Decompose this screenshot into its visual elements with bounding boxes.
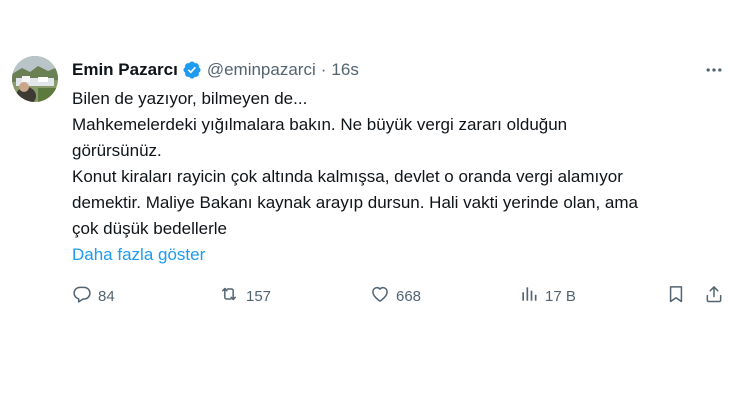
timestamp[interactable]: 16s bbox=[331, 60, 358, 80]
author-handle[interactable]: @eminpazarci bbox=[207, 60, 316, 80]
retweet-button[interactable]: 157 bbox=[218, 284, 271, 308]
author-name[interactable]: Emin Pazarcı bbox=[72, 60, 178, 80]
separator-dot: · bbox=[320, 60, 327, 79]
tweet-text-line: Bilen de yazıyor, bilmeyen de... bbox=[72, 89, 308, 108]
reply-count: 84 bbox=[98, 287, 115, 305]
retweet-count: 157 bbox=[246, 287, 272, 305]
tweet-text-line: görürsünüz. bbox=[72, 141, 162, 160]
reply-icon bbox=[72, 284, 92, 308]
views-count: 17 B bbox=[545, 287, 576, 305]
share-icon bbox=[704, 284, 724, 308]
tweet: Emin Pazarcı @eminpazarci · 16s Bilen de… bbox=[0, 0, 730, 420]
views-icon bbox=[519, 284, 539, 308]
avatar-image bbox=[12, 56, 58, 102]
action-bar: 84 157 668 17 B bbox=[0, 284, 730, 308]
tweet-text-line: çok düşük bedellerle bbox=[72, 219, 227, 238]
tweet-text-line: Konut kiraları rayicin çok altında kalmı… bbox=[72, 167, 623, 186]
tweet-header: Emin Pazarcı @eminpazarci · 16s bbox=[72, 58, 359, 82]
tweet-text: Bilen de yazıyor, bilmeyen de... Mahkeme… bbox=[72, 86, 672, 242]
tweet-text-line: demektir. Maliye Bakanı kaynak arayıp du… bbox=[72, 193, 638, 212]
more-icon[interactable] bbox=[700, 58, 728, 82]
tweet-text-line: Mahkemelerdeki yığılmalara bakın. Ne büy… bbox=[72, 115, 568, 134]
bookmark-button[interactable] bbox=[666, 284, 686, 308]
avatar[interactable] bbox=[12, 56, 58, 102]
like-button[interactable]: 668 bbox=[370, 284, 421, 308]
views-button[interactable]: 17 B bbox=[519, 284, 576, 308]
reply-button[interactable]: 84 bbox=[72, 284, 115, 308]
like-count: 668 bbox=[396, 287, 422, 305]
bookmark-icon bbox=[666, 284, 686, 308]
show-more-link[interactable]: Daha fazla göster bbox=[72, 242, 205, 268]
heart-icon bbox=[370, 284, 390, 308]
share-button[interactable] bbox=[704, 284, 724, 308]
retweet-icon bbox=[218, 284, 240, 308]
verified-badge-icon bbox=[182, 60, 202, 80]
